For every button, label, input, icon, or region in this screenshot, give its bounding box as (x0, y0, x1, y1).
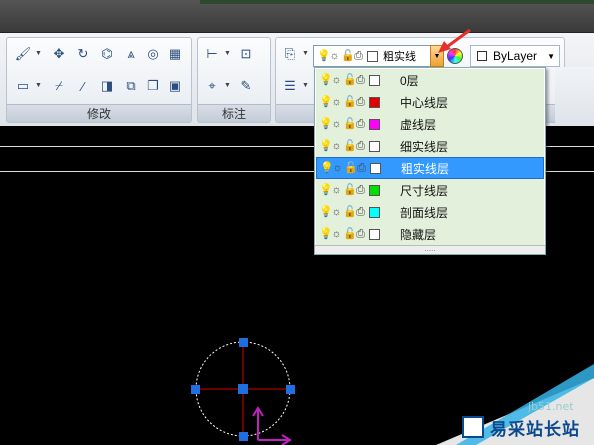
layer-name: 中心线层 (400, 95, 449, 110)
chevron-down-icon[interactable]: ▼ (224, 82, 231, 89)
brush-icon[interactable]: 🖌 (13, 44, 33, 64)
title-strip (0, 0, 594, 33)
lightbulb-icon[interactable]: 💡 (319, 96, 333, 109)
lightbulb-icon[interactable]: 💡 (319, 118, 333, 131)
printer-icon: ⎙ (354, 49, 363, 62)
sun-icon: ☼ (329, 49, 340, 62)
chevron-down-icon[interactable]: ▼ (302, 82, 309, 89)
sun-icon[interactable]: ☼ (331, 118, 342, 131)
chevron-down-icon[interactable]: ▼ (224, 50, 231, 57)
layer-color-swatch[interactable] (369, 118, 380, 130)
sun-icon[interactable]: ☼ (331, 140, 342, 153)
extend-icon[interactable]: ⁄ (73, 76, 93, 96)
layer-name: 0层 (400, 73, 419, 88)
grip-left (191, 385, 200, 394)
leader-icon[interactable]: ⌖ (202, 76, 222, 96)
mirror-icon[interactable]: ⩓ (121, 44, 141, 64)
chevron-down-icon[interactable]: ▼ (302, 50, 309, 57)
printer-icon[interactable]: ⎙ (355, 118, 366, 131)
trim-icon[interactable]: ⌿ (49, 76, 69, 96)
color-swatch (477, 51, 487, 61)
layer-row[interactable]: 💡 ☼ 🔓 ⎙ 0层 (316, 69, 544, 91)
dimension-panel-title[interactable]: 标注 (198, 104, 270, 122)
grip-right (286, 385, 295, 394)
scale-icon[interactable]: ⧉ (121, 76, 141, 96)
layer-row[interactable]: 💡 ☼ 🔓 ⎙ 虚线层 (316, 113, 544, 135)
layer-color-swatch[interactable] (369, 140, 380, 152)
layer-row[interactable]: 💡 ☼ 🔓 ⎙ 中心线层 (316, 91, 544, 113)
rotate-icon[interactable]: ↻ (73, 44, 93, 64)
red-arrow-annotation (438, 28, 471, 53)
watermark-text: 易采站长站 (490, 420, 580, 440)
stretch-icon[interactable]: ◨ (97, 76, 117, 96)
unlock-icon[interactable]: 🔓 (343, 96, 357, 109)
watermark-url: jb51.net (528, 400, 574, 413)
layer-color-swatch[interactable] (369, 74, 380, 86)
layer-combo[interactable]: 💡 ☼ 🔓 ⎙ 粗实线 (313, 45, 443, 67)
sun-icon[interactable]: ☼ (331, 96, 342, 109)
printer-icon[interactable]: ⎙ (355, 96, 366, 109)
layer-name: 虚线层 (400, 117, 437, 132)
current-layer-name: 粗实线 (383, 51, 416, 63)
dimension-style-icon[interactable]: ⊡ (236, 44, 256, 64)
edit-dimension-icon[interactable]: ✎ (236, 76, 256, 96)
unlock-icon[interactable]: 🔓 (343, 118, 357, 131)
layer-color-swatch[interactable] (369, 96, 380, 108)
color-combo[interactable]: ByLayer ▼ (470, 45, 560, 67)
linear-dimension-icon[interactable]: ⊢ (202, 44, 222, 64)
unlock-icon[interactable]: 🔓 (343, 140, 357, 153)
chevron-down-icon: ▼ (547, 51, 555, 61)
chevron-down-icon[interactable]: ▼ (35, 82, 42, 89)
dimension-panel: ⊢ ▼ ⊡ ⌖ ▼ ✎ 标注 (197, 37, 271, 123)
array-icon[interactable]: ▦ (165, 44, 185, 64)
chevron-down-icon[interactable]: ▼ (35, 50, 42, 57)
color-swatch (367, 50, 378, 62)
lightbulb-icon: 💡 (317, 49, 331, 62)
line-weight-icon[interactable]: ☰ (280, 76, 300, 96)
sun-icon[interactable]: ☼ (331, 74, 342, 87)
grip-center (238, 384, 248, 394)
watermark-icon (462, 416, 484, 438)
lightbulb-icon[interactable]: 💡 (319, 140, 333, 153)
circle-icon[interactable]: ◎ (143, 44, 163, 64)
grip-bottom (239, 432, 248, 441)
rectangle-icon[interactable]: ▭ (13, 76, 33, 96)
modify-panel: 🖌 ▼ ✥ ↻ ⌬ ⩓ ◎ ▦ ▭ ▼ ⌿ ⁄ ◨ ⧉ ❐ ▣ 修改 (6, 37, 192, 123)
move-icon[interactable]: ✥ (49, 44, 69, 64)
copy-icon[interactable]: ⌬ (97, 44, 117, 64)
lightbulb-icon[interactable]: 💡 (319, 74, 333, 87)
properties-sidebar (555, 67, 594, 126)
explode-icon[interactable]: ▣ (165, 76, 185, 96)
layer-properties-icon[interactable]: ⎘ (280, 44, 300, 64)
unlock-icon[interactable]: 🔓 (343, 74, 357, 87)
printer-icon[interactable]: ⎙ (355, 74, 366, 87)
printer-icon[interactable]: ⎙ (355, 140, 366, 153)
layer-name: 细实线层 (400, 139, 449, 154)
layer-row[interactable]: 💡 ☼ 🔓 ⎙ 细实线层 (316, 135, 544, 157)
unlock-icon: 🔓 (341, 49, 355, 62)
modify-panel-title[interactable]: 修改 (7, 104, 191, 122)
color-combo-value: ByLayer (493, 49, 538, 63)
grip-top (239, 338, 248, 347)
offset-icon[interactable]: ❐ (143, 76, 163, 96)
